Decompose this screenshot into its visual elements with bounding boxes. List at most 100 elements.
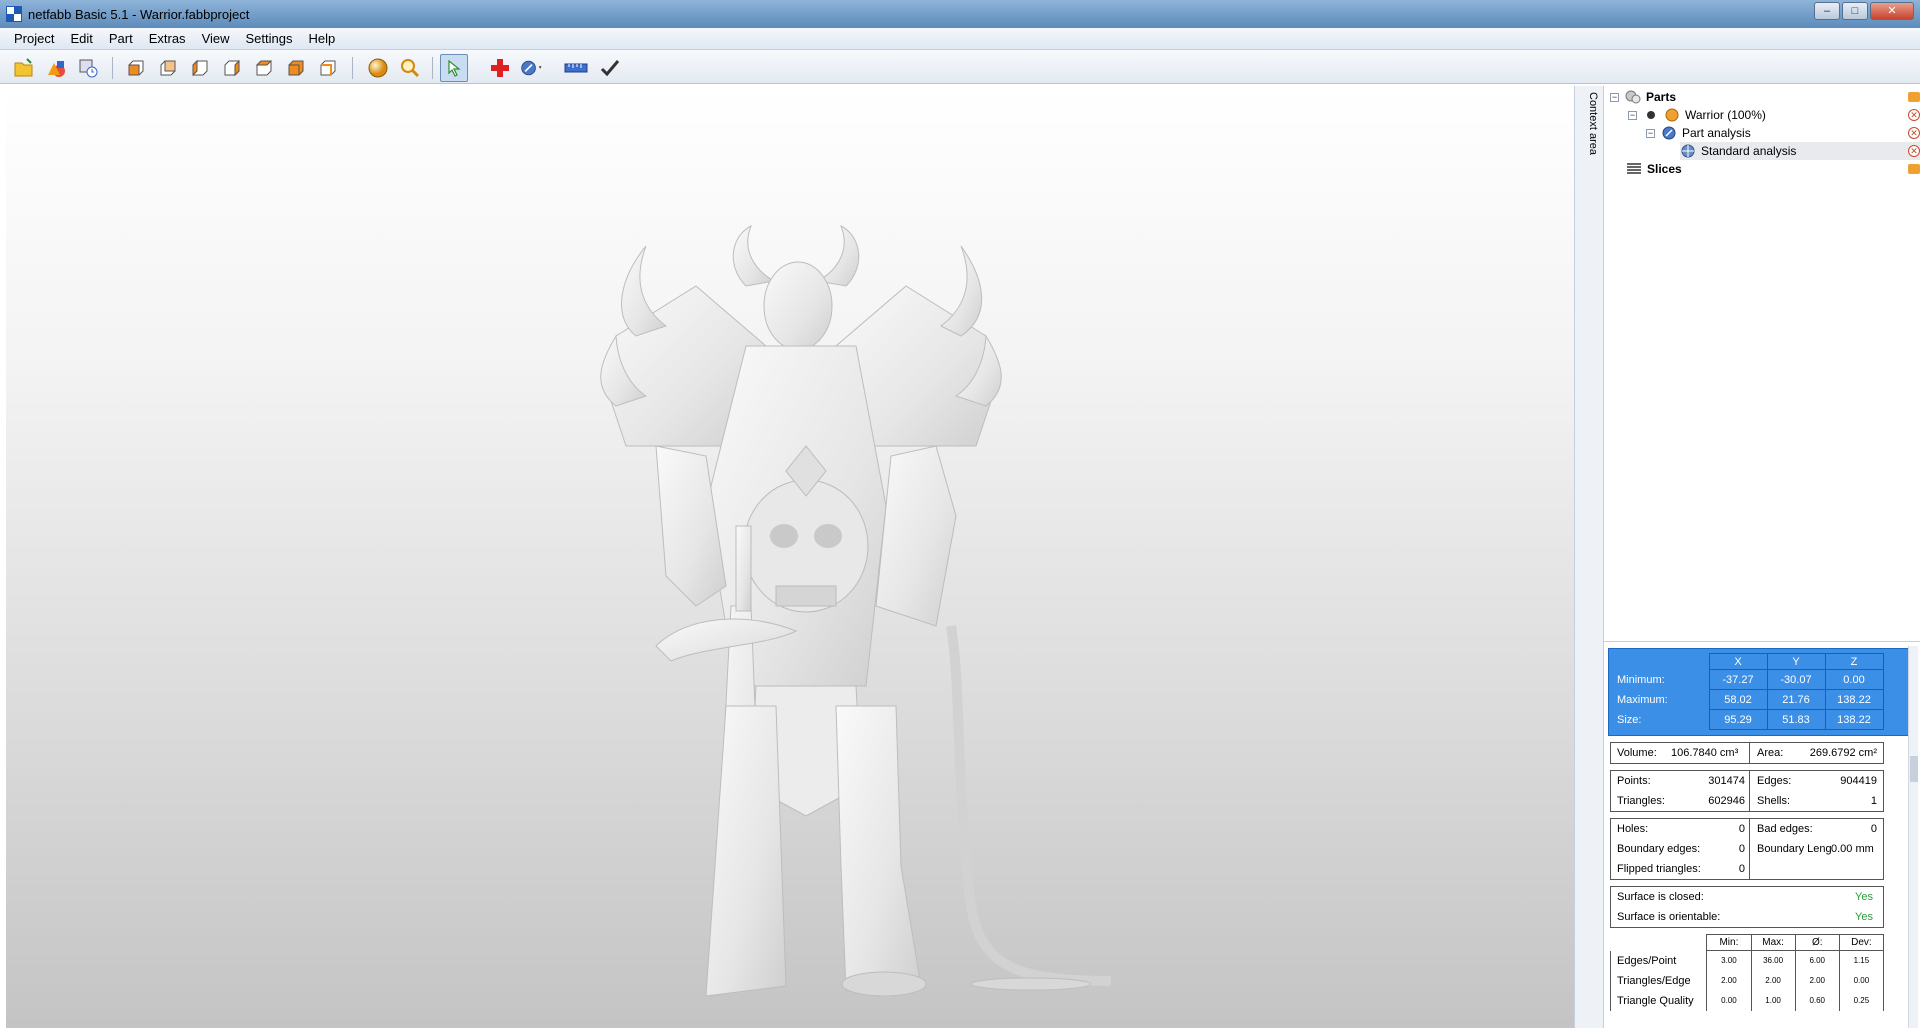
boundary-length-label: Boundary Leng xyxy=(1757,843,1832,855)
context-area-tab[interactable]: Context area xyxy=(1577,92,1599,172)
value-min: 0.00 xyxy=(1706,990,1752,1011)
value-min: 3.00 xyxy=(1706,950,1752,971)
volume-value: 106.7840 cm³ xyxy=(1671,747,1739,759)
folder-icon[interactable] xyxy=(1908,164,1920,174)
open-project-icon[interactable] xyxy=(12,56,36,80)
zoom-icon[interactable] xyxy=(398,56,422,80)
value-max: 2.00 xyxy=(1750,970,1796,991)
points-value: 301474 xyxy=(1708,775,1745,787)
3d-viewport[interactable] xyxy=(6,86,1574,1028)
add-part-icon[interactable] xyxy=(44,56,68,80)
menu-view[interactable]: View xyxy=(194,28,238,50)
view-top-icon[interactable] xyxy=(252,56,276,80)
edges-value: 904419 xyxy=(1840,775,1877,787)
history-icon[interactable] xyxy=(76,56,100,80)
row-label: Edges/Point xyxy=(1609,950,1707,971)
value-x: 95.29 xyxy=(1708,709,1768,730)
menu-project[interactable]: Project xyxy=(6,28,62,50)
collapse-icon[interactable]: − xyxy=(1610,92,1619,102)
menu-edit[interactable]: Edit xyxy=(62,28,100,50)
view-left-icon[interactable] xyxy=(188,56,212,80)
quality-row-edges-point: Edges/Point 3.00 36.00 6.00 1.15 xyxy=(1609,950,1885,971)
context-area-splitter[interactable] xyxy=(1574,86,1604,1028)
holes-label: Holes: xyxy=(1617,823,1649,835)
menu-bar: Project Edit Part Extras View Settings H… xyxy=(0,28,1920,50)
remove-icon[interactable]: ✕ xyxy=(1908,127,1920,139)
boundary-edges-value: 0 xyxy=(1738,843,1745,855)
tree-node-parts[interactable]: − Parts xyxy=(1610,88,1920,106)
repair-cross-icon[interactable] xyxy=(488,56,512,80)
visibility-dot-icon[interactable] xyxy=(1643,107,1659,123)
bbox-row-minimum: Minimum: -37.27 -30.07 0.00 xyxy=(1613,669,1884,690)
remove-icon[interactable]: ✕ xyxy=(1908,109,1920,121)
netfabb-app-icon xyxy=(6,6,22,22)
warrior-model-render[interactable] xyxy=(6,86,1574,1028)
select-pointer-icon[interactable] xyxy=(440,54,468,82)
points-label: Points: xyxy=(1617,775,1651,787)
value-y: -30.07 xyxy=(1766,669,1826,690)
window-title: netfabb Basic 5.1 - Warrior.fabbproject xyxy=(28,6,250,22)
value-z: 138.22 xyxy=(1824,709,1884,730)
col-header-x: X xyxy=(1708,653,1768,670)
menu-help[interactable]: Help xyxy=(301,28,344,50)
area-label: Area: xyxy=(1757,747,1784,759)
row-label: Minimum: xyxy=(1613,669,1710,690)
value-max: 1.00 xyxy=(1750,990,1796,1011)
analysis-icon xyxy=(1661,125,1677,141)
tree-node-part-analysis[interactable]: − Part analysis ✕ xyxy=(1646,124,1920,142)
flipped-triangles-label: Flipped triangles: xyxy=(1617,863,1701,875)
tree-label-parts: Parts xyxy=(1646,90,1677,104)
area-value: 269.6792 cm² xyxy=(1809,747,1877,759)
surface-orientable-label: Surface is orientable: xyxy=(1617,911,1721,923)
bbox-row-size: Size: 95.29 51.83 138.22 xyxy=(1613,709,1884,730)
tree-node-slices[interactable]: Slices xyxy=(1626,160,1920,178)
sphere-shading-icon[interactable] xyxy=(366,56,390,80)
value-avg: 0.60 xyxy=(1794,990,1840,1011)
value-y: 21.76 xyxy=(1766,689,1826,710)
title-bar: netfabb Basic 5.1 - Warrior.fabbproject … xyxy=(0,0,1920,28)
col-header-min: Min: xyxy=(1706,934,1752,951)
menu-settings[interactable]: Settings xyxy=(238,28,301,50)
collapse-icon[interactable]: − xyxy=(1646,128,1655,138)
shells-value: 1 xyxy=(1870,795,1877,807)
minimize-button[interactable]: – xyxy=(1814,2,1840,20)
part-mesh-icon xyxy=(1664,107,1680,123)
value-min: 2.00 xyxy=(1706,970,1752,991)
close-button[interactable]: ✕ xyxy=(1870,2,1914,20)
analysis-dropdown-icon[interactable] xyxy=(520,56,544,80)
collapse-icon[interactable]: − xyxy=(1628,110,1637,120)
info-panel-scrollbar[interactable] xyxy=(1908,646,1918,1028)
value-x: 58.02 xyxy=(1708,689,1768,710)
value-dev: 0.25 xyxy=(1838,990,1885,1011)
apply-check-icon[interactable] xyxy=(598,56,622,80)
view-bottom-icon[interactable] xyxy=(284,56,308,80)
row-label: Size: xyxy=(1613,709,1710,730)
scrollbar-thumb[interactable] xyxy=(1910,756,1918,782)
quality-stats-table: Min: Max: Ø: Dev: Edges/Point 3.00 36.00… xyxy=(1609,934,1885,1011)
view-back-icon[interactable] xyxy=(156,56,180,80)
view-right-icon[interactable] xyxy=(220,56,244,80)
globe-icon xyxy=(1680,143,1696,159)
remove-icon[interactable]: ✕ xyxy=(1908,145,1920,157)
bad-edges-value: 0 xyxy=(1870,823,1877,835)
tree-node-standard-analysis[interactable]: Standard analysis ✕ xyxy=(1680,142,1920,160)
edges-label: Edges: xyxy=(1757,775,1792,787)
value-y: 51.83 xyxy=(1766,709,1826,730)
folder-icon[interactable] xyxy=(1908,92,1920,102)
view-front-icon[interactable] xyxy=(124,56,148,80)
surface-closed-label: Surface is closed: xyxy=(1617,891,1704,903)
boundary-length-value: 0.00 mm xyxy=(1831,843,1874,855)
col-header-avg: Ø: xyxy=(1794,934,1840,951)
view-3d-icon[interactable] xyxy=(316,56,340,80)
analysis-info-panel: X Y Z Minimum: -37.27 -30.07 0.00 Maximu… xyxy=(1608,648,1912,1028)
menu-part[interactable]: Part xyxy=(101,28,141,50)
menu-extras[interactable]: Extras xyxy=(141,28,194,50)
measure-ruler-icon[interactable] xyxy=(564,56,588,80)
boundary-edges-label: Boundary edges: xyxy=(1617,843,1701,855)
maximize-button[interactable]: □ xyxy=(1842,2,1868,20)
value-z: 138.22 xyxy=(1824,689,1884,710)
quality-row-triangles-edge: Triangles/Edge 2.00 2.00 2.00 0.00 xyxy=(1609,970,1885,991)
triangles-label: Triangles: xyxy=(1617,795,1665,807)
tree-node-warrior[interactable]: − Warrior (100%) ✕ xyxy=(1628,106,1920,124)
triangles-value: 602946 xyxy=(1708,795,1745,807)
